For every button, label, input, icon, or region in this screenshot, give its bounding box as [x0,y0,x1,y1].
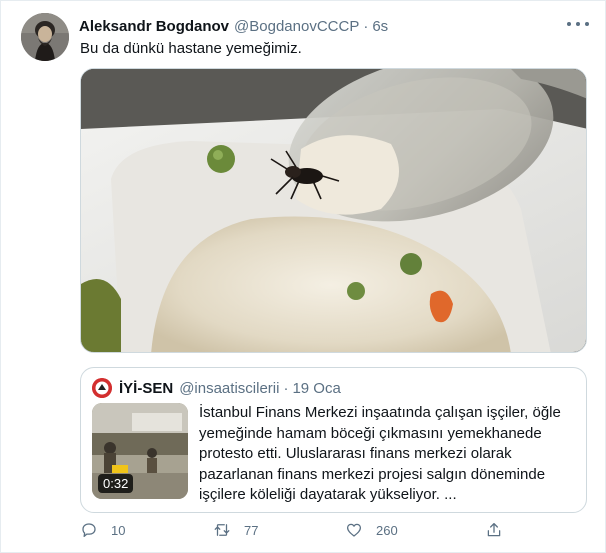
more-dot [576,22,580,26]
quoted-text-line: İstanbul Finans Merkezi inşaatında çalış… [199,404,561,421]
quoted-text-line: yemeğinde hamam böceği çıkmasını yemekha… [199,424,542,442]
tweet-card[interactable]: Aleksandr Bogdanov @BogdanovCCCP · 6s Bu… [0,0,606,553]
video-duration-badge: 0:32 [98,474,134,493]
author-handle[interactable]: @BogdanovCCCP [234,18,359,35]
quoted-tweet-text: İstanbul Finans Merkezi inşaatında çalış… [199,403,571,506]
food-photo-image [81,69,586,352]
tweet-timestamp[interactable]: 6s [372,18,388,35]
reply-count: 10 [111,522,126,538]
author-avatar[interactable] [21,13,69,61]
retweet-button[interactable]: 77 [213,521,258,539]
share-icon [487,522,501,537]
more-dot [567,22,571,26]
quoted-text-line: işçilere köleliği dayatarak yükseliyor. … [199,486,457,503]
reply-icon [82,523,96,538]
more-options-icon[interactable] [567,15,589,33]
tweet-header: Aleksandr Bogdanov @BogdanovCCCP · 6s [79,16,388,36]
like-button[interactable]: 260 [345,521,398,539]
tweet-photo[interactable] [80,68,587,353]
retweet-icon [214,524,230,536]
author-avatar-image [21,13,69,61]
share-button[interactable] [485,521,503,539]
more-dot [585,22,589,26]
quoted-tweet-header: İYİ-SEN @insaatiscilerii · 19 Oca [119,380,341,397]
retweet-count: 77 [244,522,259,538]
reply-button[interactable]: 10 [80,521,125,539]
like-count: 260 [376,522,398,538]
quoted-video-thumbnail[interactable]: 0:32 [92,403,188,499]
tweet-actions-bar: 10 77 260 [80,521,510,541]
quoted-header-separator: · [283,380,289,397]
quoted-tweet-card[interactable]: İYİ-SEN @insaatiscilerii · 19 Oca 0:32 İ… [80,367,587,513]
quoted-tweet-timestamp[interactable]: 19 Oca [292,380,340,397]
quoted-author-handle[interactable]: @insaatiscilerii [179,380,279,397]
tweet-text: Bu da dünkü hastane yemeğimiz. [80,40,302,57]
heart-icon [346,523,362,537]
quoted-author-name[interactable]: İYİ-SEN [119,380,173,397]
quoted-text-line: pazarlanan finans merkezi projesi salgın… [199,465,546,483]
quoted-avatar-logo [92,378,112,398]
header-separator: · [363,17,369,35]
quoted-text-line: protesto etti. Uluslararası finans merke… [199,445,512,462]
quoted-author-avatar[interactable] [92,378,112,398]
author-name[interactable]: Aleksandr Bogdanov [79,18,229,35]
